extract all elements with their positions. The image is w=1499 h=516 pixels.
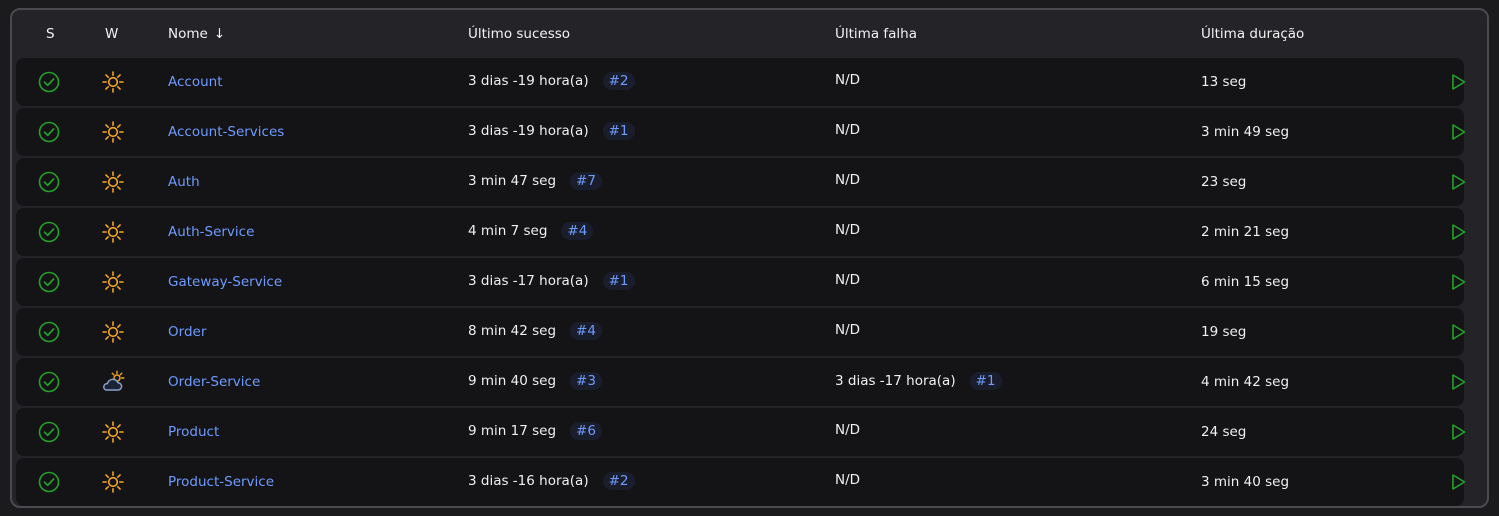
last-duration: 13 seg [1201, 74, 1247, 90]
last-duration: 19 seg [1201, 324, 1247, 340]
success-check-icon [38, 171, 60, 193]
schedule-build-play-icon[interactable] [1448, 472, 1468, 492]
last-success-build-link[interactable]: #4 [561, 222, 594, 240]
last-failure-time: N/D [835, 472, 861, 488]
last-duration: 4 min 42 seg [1201, 374, 1290, 390]
schedule-build-play-icon[interactable] [1448, 372, 1468, 392]
last-success-time: 4 min 7 seg [468, 223, 548, 239]
table-row: Product 9 min 17 seg #6 N/D 24 seg [16, 408, 1466, 456]
success-check-icon [38, 321, 60, 343]
job-name-link[interactable]: Gateway-Service [168, 274, 282, 290]
sunny-icon [101, 470, 125, 494]
last-success-time: 9 min 40 seg [468, 373, 557, 389]
success-check-icon [38, 371, 60, 393]
schedule-build-play-icon[interactable] [1448, 72, 1468, 92]
table-row: Order 8 min 42 seg #4 N/D 19 seg [16, 308, 1466, 356]
schedule-build-play-icon[interactable] [1448, 122, 1468, 142]
job-name-link[interactable]: Order [168, 324, 206, 340]
last-success-build-link[interactable]: #1 [602, 272, 635, 290]
table-row: Product-Service 3 dias -16 hora(a) #2 N/D 3 … [16, 458, 1466, 506]
sort-descending-icon: ↓ [213, 26, 226, 42]
sunny-icon [101, 420, 125, 444]
last-duration: 3 min 49 seg [1201, 124, 1290, 140]
success-check-icon [38, 421, 60, 443]
sunny-icon [101, 220, 125, 244]
schedule-build-play-icon[interactable] [1448, 272, 1468, 292]
job-name-link[interactable]: Auth-Service [168, 224, 254, 240]
last-success-build-link[interactable]: #6 [570, 422, 602, 440]
column-header-last-duration[interactable]: Última duração [1201, 26, 1304, 42]
success-check-icon [38, 271, 60, 293]
table-row: Auth 3 min 47 seg #7 N/D 23 seg [16, 158, 1466, 206]
last-success-build-link[interactable]: #1 [602, 122, 635, 140]
last-success-time: 9 min 17 seg [468, 423, 557, 439]
last-success-build-link[interactable]: #2 [602, 72, 635, 90]
job-name-link[interactable]: Order-Service [168, 374, 260, 390]
last-success-time: 3 dias -19 hora(a) [468, 123, 589, 139]
table-header: S W Nome ↓ Último sucesso Última falha Úl… [12, 10, 1487, 58]
last-failure-time: N/D [835, 322, 861, 338]
last-duration: 2 min 21 seg [1201, 224, 1290, 240]
sunny-icon [101, 70, 125, 94]
table-row: Account-Services 3 dias -19 hora(a) #1 N/D 3… [16, 108, 1466, 156]
last-success-time: 3 dias -17 hora(a) [468, 273, 589, 289]
success-check-icon [38, 221, 60, 243]
last-success-time: 3 dias -19 hora(a) [468, 73, 589, 89]
success-check-icon [38, 471, 60, 493]
success-check-icon [38, 71, 60, 93]
last-success-time: 8 min 42 seg [468, 323, 557, 339]
job-name-link[interactable]: Product-Service [168, 474, 274, 490]
column-header-name[interactable]: Nome ↓ [168, 26, 225, 42]
last-failure-time: N/D [835, 72, 861, 88]
column-header-weather[interactable]: W [105, 26, 118, 42]
job-name-link[interactable]: Product [168, 424, 219, 440]
column-header-name-label: Nome [168, 26, 208, 42]
schedule-build-play-icon[interactable] [1448, 172, 1468, 192]
last-success-build-link[interactable]: #4 [570, 322, 602, 340]
jobs-table: S W Nome ↓ Último sucesso Última falha Úl… [10, 8, 1489, 508]
last-duration: 3 min 40 seg [1201, 474, 1290, 490]
schedule-build-play-icon[interactable] [1448, 222, 1468, 242]
column-header-last-failure[interactable]: Última falha [835, 26, 917, 42]
schedule-build-play-icon[interactable] [1448, 422, 1468, 442]
schedule-build-play-icon[interactable] [1448, 322, 1468, 342]
column-header-last-success[interactable]: Último sucesso [468, 26, 570, 42]
job-name-link[interactable]: Auth [168, 174, 200, 190]
last-duration: 24 seg [1201, 424, 1247, 440]
sunny-icon [101, 170, 125, 194]
table-row: Order-Service 9 min 40 seg #3 3 dias -17 ho… [16, 358, 1466, 406]
table-row: Account 3 dias -19 hora(a) #2 N/D 13 seg [16, 58, 1466, 106]
last-duration: 23 seg [1201, 174, 1247, 190]
partly-cloudy-icon [101, 370, 125, 394]
job-name-link[interactable]: Account [168, 74, 223, 90]
sunny-icon [101, 320, 125, 344]
last-success-time: 3 dias -16 hora(a) [468, 473, 589, 489]
success-check-icon [38, 121, 60, 143]
last-duration: 6 min 15 seg [1201, 274, 1290, 290]
column-header-status[interactable]: S [46, 26, 55, 42]
last-failure-time: N/D [835, 222, 861, 238]
table-row: Auth-Service 4 min 7 seg #4 N/D 2 min 21 seg [16, 208, 1466, 256]
last-success-build-link[interactable]: #7 [570, 172, 602, 190]
last-failure-time: N/D [835, 122, 861, 138]
sunny-icon [101, 270, 125, 294]
last-success-time: 3 min 47 seg [468, 173, 557, 189]
last-success-build-link[interactable]: #2 [602, 472, 635, 490]
last-failure-time: 3 dias -17 hora(a) [835, 373, 956, 389]
last-failure-time: N/D [835, 422, 861, 438]
last-failure-time: N/D [835, 172, 861, 188]
job-name-link[interactable]: Account-Services [168, 124, 284, 140]
last-failure-time: N/D [835, 272, 861, 288]
table-row: Gateway-Service 3 dias -17 hora(a) #1 N/D 6 … [16, 258, 1466, 306]
last-failure-build-link[interactable]: #1 [969, 372, 1002, 390]
sunny-icon [101, 120, 125, 144]
last-success-build-link[interactable]: #3 [570, 372, 602, 390]
